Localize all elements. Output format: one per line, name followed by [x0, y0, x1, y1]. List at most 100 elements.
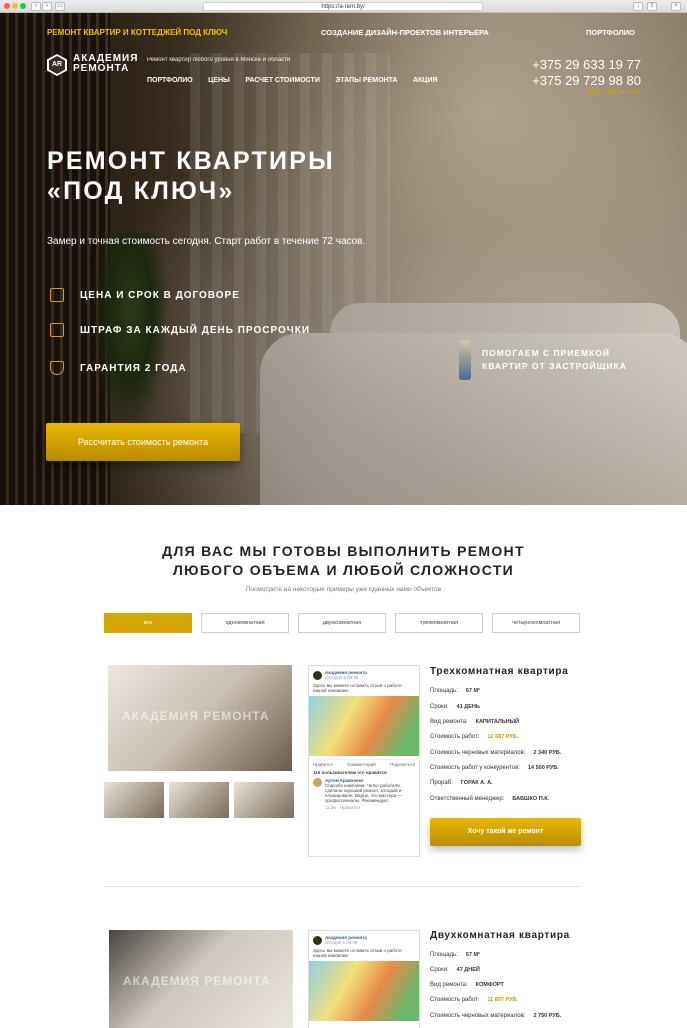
row-label: Вид ремонта:: [430, 982, 468, 988]
header-tagline: Ремонт квартир любого уровня в Минске и …: [147, 57, 291, 63]
page-avatar: [313, 670, 322, 680]
back-icon[interactable]: ‹: [31, 2, 41, 11]
feature-warranty: ГАРАНТИЯ 2 ГОДА: [50, 361, 187, 375]
callback-label[interactable]: ПЛАТНЫЙ ЗВОНОК: [588, 90, 641, 96]
project-1-main-photo[interactable]: АКАДЕМИЯ РЕМОНТА: [108, 665, 292, 771]
nav-prices[interactable]: ЦЕНЫ: [208, 77, 230, 84]
review-intro: Здесь вы можете оставить отзыв о работе …: [313, 948, 402, 958]
nav-stages[interactable]: ЭТАПЫ РЕМОНТА: [335, 77, 397, 84]
topbar-portfolio-link[interactable]: ПОРТФОЛИО: [586, 28, 635, 37]
review-date: сегодня в 09:36: [325, 940, 358, 945]
nav-calculate[interactable]: РАСЧЕТ СТОИМОСТИ: [245, 77, 320, 84]
order-same-repair-button[interactable]: Хочу такой же ремонт: [430, 818, 581, 846]
row-value: 12 687 РУБ.: [487, 734, 519, 740]
logo-mark: AR: [49, 56, 65, 74]
portfolio-title-line1: ДЛЯ ВАС МЫ ГОТОВЫ ВЫПОЛНИТЬ РЕМОНТ: [162, 543, 525, 559]
author-avatar: [313, 778, 322, 787]
hero-promo: ПОМОГАЕМ С ПРИЕМКОЙ КВАРТИР ОТ ЗАСТРОЙЩИ…: [482, 347, 627, 373]
tab-one-room[interactable]: однокомнатная: [201, 613, 289, 633]
project-2-row: Сроки: 47 ДНЕЙ: [430, 967, 480, 973]
project-1-review-card: Академия ремонта Сегодня в 09:36 Здесь в…: [308, 665, 420, 857]
row-label: Стоимость работ:: [430, 734, 480, 740]
project-2-row: Площадь: 57 М²: [430, 952, 480, 958]
project-1-thumb-1[interactable]: [104, 782, 164, 818]
comment-action[interactable]: Комментарий: [347, 762, 375, 767]
hero-subtitle: Замер и точная стоимость сегодня. Старт …: [47, 236, 366, 247]
sidebar-icon[interactable]: ▭: [55, 2, 65, 11]
forward-icon[interactable]: ›: [42, 2, 52, 11]
project-2-row: Стоимость работ: 11 857 РУБ.: [430, 997, 518, 1003]
feature-penalty-text: ШТРАФ ЗА КАЖДЫЙ ДЕНЬ ПРОСРОЧКИ: [80, 324, 311, 336]
row-label: Площадь:: [430, 688, 458, 694]
share-icon[interactable]: ⇪: [647, 2, 657, 11]
row-label: Сроки:: [430, 967, 449, 973]
row-value: 2 340 РУБ.: [533, 750, 562, 756]
row-value: 47 ДНЕЙ: [456, 967, 480, 973]
project-1-row: Стоимость работ: 12 687 РУБ.: [430, 734, 518, 740]
topbar-design-link[interactable]: СОЗДАНИЕ ДИЗАЙН-ПРОЕКТОВ ИНТЕРЬЕРА: [321, 28, 489, 37]
paint-roller-image: [309, 696, 419, 756]
calendar-icon: [50, 323, 64, 337]
row-value: 14 500 РУБ.: [527, 765, 559, 771]
row-label: Прораб:: [430, 780, 453, 786]
review-meta: 11:36 · Нравится: [325, 805, 360, 810]
project-2-main-photo[interactable]: АКАДЕМИЯ РЕМОНТА: [109, 930, 293, 1028]
row-value: 67 М²: [465, 688, 480, 694]
hero-promo-line1: ПОМОГАЕМ С ПРИЕМКОЙ: [482, 348, 610, 358]
hero-title-line1: РЕМОНТ КВАРТИРЫ: [47, 147, 335, 175]
address-bar[interactable]: https://a-rem.by/: [203, 2, 483, 11]
share-action[interactable]: Поделиться: [390, 762, 415, 767]
project-2-title: Двухкомнатная квартира: [430, 930, 570, 941]
new-tab-icon[interactable]: +: [671, 2, 681, 11]
row-value: 2 750 РУБ.: [533, 1013, 562, 1019]
row-label: Стоимость работ у конкурентов:: [430, 765, 520, 771]
paint-roller-image: [309, 961, 419, 1021]
project-1-row: Сроки: 41 ДЕНЬ: [430, 704, 480, 710]
portfolio-subtitle: Посмотрите на некоторые примеры уже сдан…: [245, 586, 442, 593]
row-value: 41 ДЕНЬ: [456, 704, 480, 710]
nav-portfolio[interactable]: ПОРТФОЛИО: [147, 77, 193, 84]
project-1-thumb-3[interactable]: [234, 782, 294, 818]
photo-watermark: АКАДЕМИЯ РЕМОНТА: [123, 974, 271, 988]
row-label: Стоимость работ:: [430, 997, 480, 1003]
row-label: Вид ремонта:: [430, 719, 468, 725]
browser-toolbar: ‹ › ▭ https://a-rem.by/ ↓ ⇪ +: [0, 0, 687, 13]
phone-2[interactable]: +375 29 729 98 80: [532, 73, 641, 88]
feature-penalty: ШТРАФ ЗА КАЖДЫЙ ДЕНЬ ПРОСРОЧКИ: [50, 323, 310, 337]
tab-all[interactable]: все: [104, 613, 192, 633]
topbar-repair-link[interactable]: РЕМОНТ КВАРТИР И КОТТЕДЖЕЙ ПОД КЛЮЧ: [47, 28, 227, 37]
close-window-icon[interactable]: [4, 3, 10, 9]
calculate-cost-button[interactable]: Рассчитать стоимость ремонта: [46, 423, 240, 461]
logo-line2: РЕМОНТА: [73, 63, 130, 74]
row-label: Ответственный менеджер:: [430, 796, 505, 802]
tab-three-room[interactable]: трехкомнатная: [395, 613, 483, 633]
row-value: 11 857 РУБ.: [487, 997, 518, 1003]
project-1-row: Стоимость черновых материалов: 2 340 РУБ.: [430, 750, 561, 756]
tab-four-room[interactable]: четырехкомнатная: [492, 613, 580, 633]
project-1-thumb-2[interactable]: [169, 782, 229, 818]
minimize-window-icon[interactable]: [12, 3, 18, 9]
hero-title-line2: «ПОД КЛЮЧ»: [47, 177, 235, 205]
phone-1[interactable]: +375 29 633 19 77: [532, 57, 641, 72]
feature-price-text: ЦЕНА И СРОК В ДОГОВОРЕ: [80, 289, 240, 301]
project-1-row: Прораб: ГОРАК А. А.: [430, 780, 493, 786]
review-intro: Здесь вы можете оставить отзыв о работе …: [313, 683, 402, 693]
tab-two-room[interactable]: двухкомнатная: [298, 613, 386, 633]
feature-warranty-text: ГАРАНТИЯ 2 ГОДА: [80, 362, 187, 374]
download-icon[interactable]: ↓: [633, 2, 643, 11]
project-1-title: Трехкомнатная квартира: [430, 666, 569, 677]
row-label: Стоимость черновых материалов:: [430, 1013, 526, 1019]
hero-title: РЕМОНТ КВАРТИРЫ «ПОД КЛЮЧ»: [47, 146, 335, 206]
row-value: КАПИТАЛЬНЫЙ: [475, 719, 519, 725]
maximize-window-icon[interactable]: [20, 3, 26, 9]
review-text: Спасибо компании. Четко работали, сделал…: [325, 783, 402, 803]
project-2-review-card: Академия ремонта сегодня в 09:36 Здесь в…: [308, 930, 420, 1028]
logo-text[interactable]: АКАДЕМИЯ РЕМОНТА: [73, 54, 138, 74]
review-likes: 116 пользователям это нравится: [313, 770, 387, 775]
nav-promo[interactable]: АКЦИЯ: [413, 77, 438, 84]
main-nav: ПОРТФОЛИО ЦЕНЫ РАСЧЕТ СТОИМОСТИ ЭТАПЫ РЕ…: [147, 69, 448, 87]
project-2-row: Стоимость черновых материалов: 2 750 РУБ.: [430, 1013, 561, 1019]
portfolio-tabs: все однокомнатная двухкомнатная трехкомн…: [104, 613, 580, 633]
row-value: 57 М²: [465, 952, 480, 958]
like-action[interactable]: Нравится: [313, 762, 333, 767]
